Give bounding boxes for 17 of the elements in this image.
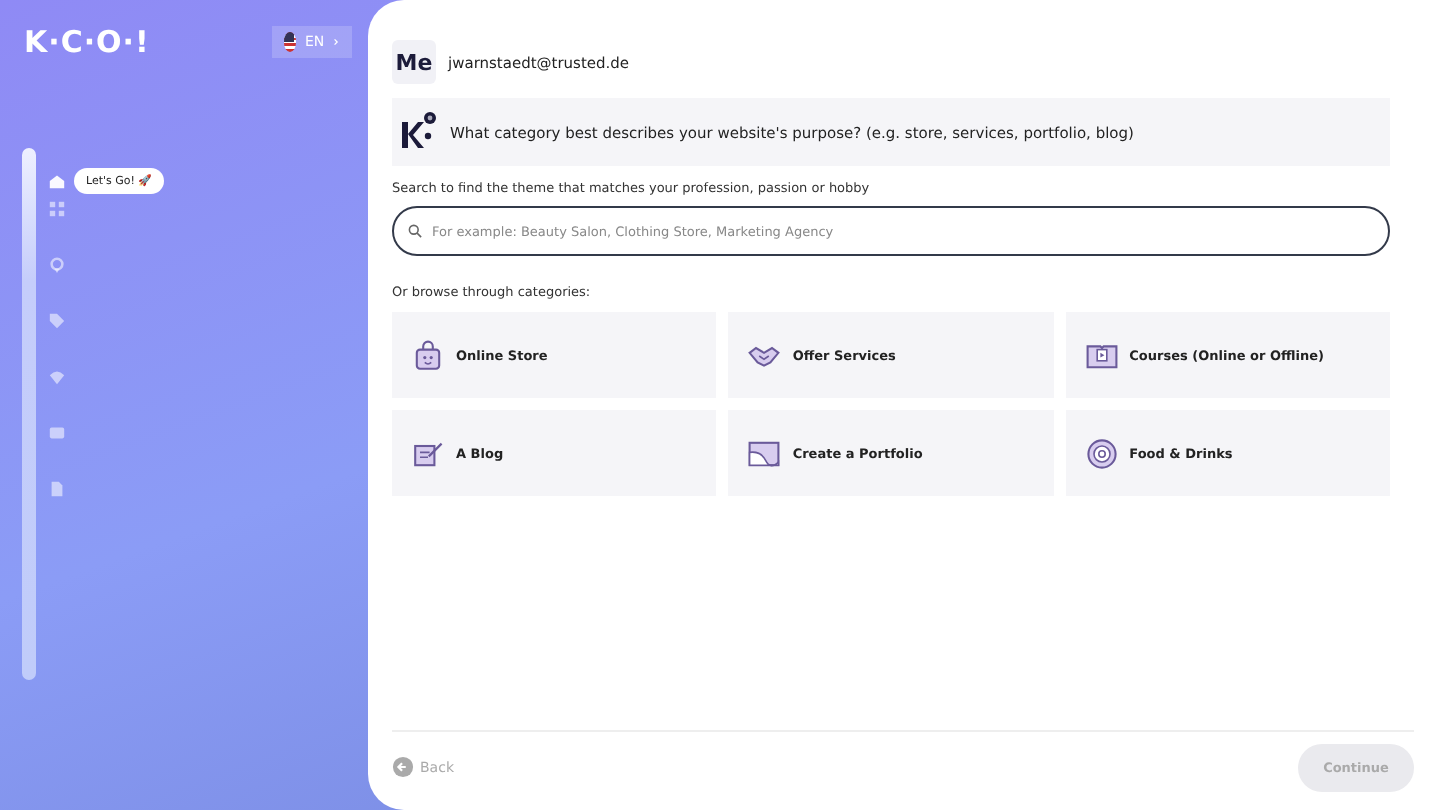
image-icon: [748, 437, 781, 469]
flag-icon: [284, 32, 297, 52]
user-avatar: Me: [392, 40, 436, 84]
search-icon: [408, 224, 422, 238]
tag-icon[interactable]: [48, 312, 66, 330]
grid-icon[interactable]: [48, 200, 66, 218]
plate-icon: [1085, 437, 1118, 469]
card-icon[interactable]: [48, 424, 66, 442]
book-icon: [1085, 339, 1118, 371]
pen-icon: [412, 437, 444, 469]
bag-icon: [412, 339, 444, 371]
doc-icon[interactable]: [48, 480, 66, 498]
pin-icon[interactable]: [48, 256, 66, 274]
logo: K·C·O·!: [24, 24, 150, 60]
home-icon[interactable]: [48, 171, 66, 189]
bot-logo-icon: [398, 110, 438, 154]
chevron-icon: [332, 36, 340, 48]
